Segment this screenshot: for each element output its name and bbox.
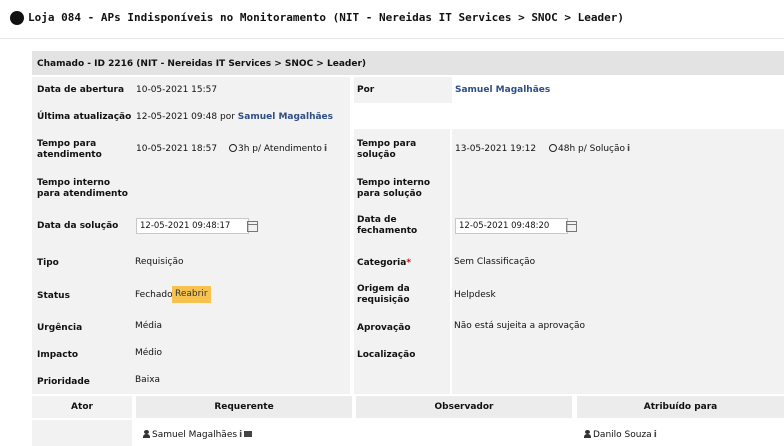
observer-header-label: Observador bbox=[434, 402, 494, 412]
status-value: Fechado bbox=[135, 290, 173, 300]
last-update-por: por bbox=[219, 112, 235, 122]
assigned-header: Atribuído para bbox=[577, 396, 784, 418]
info-icon[interactable]: i bbox=[324, 144, 327, 154]
last-update-date: 12-05-2021 09:48 bbox=[136, 112, 218, 122]
ticket-header-text: Chamado - ID 2216 (NIT - Nereidas IT Ser… bbox=[37, 59, 366, 69]
internal-tta-label: Tempo interno para atendimento bbox=[37, 178, 128, 199]
mail-icon[interactable] bbox=[244, 431, 253, 437]
tts-value: 13-05-2021 19:12 bbox=[455, 144, 537, 154]
type-label: Tipo bbox=[37, 258, 59, 268]
tta-sla: 3h p/ Atendimento i bbox=[229, 144, 327, 154]
close-date-field[interactable]: 12-05-2021 09:48:20 bbox=[455, 218, 568, 234]
last-update-value: 12-05-2021 09:48 por Samuel Magalhães bbox=[136, 112, 333, 122]
solve-date-field[interactable]: 12-05-2021 09:48:17 bbox=[136, 218, 249, 234]
status-label: Status bbox=[37, 291, 70, 301]
requester-user-name[interactable]: Samuel Magalhães bbox=[152, 430, 237, 440]
origin-label: Origem da requisição bbox=[357, 284, 410, 305]
tts-sla: 48h p/ Solução i bbox=[549, 144, 630, 154]
tta-value: 10-05-2021 18:57 bbox=[136, 144, 218, 154]
priority-label: Prioridade bbox=[37, 377, 90, 387]
last-update-label: Última atualização bbox=[37, 112, 132, 122]
properties-left-block bbox=[32, 249, 350, 394]
properties-right-label-block bbox=[354, 249, 450, 394]
impact-label: Impacto bbox=[37, 350, 79, 360]
page-titlebar: Loja 084 - APs Indisponíveis no Monitora… bbox=[0, 0, 784, 39]
requester-header-label: Requerente bbox=[214, 402, 274, 412]
internal-tts-label: Tempo interno para solução bbox=[357, 178, 431, 199]
opening-date-value: 10-05-2021 15:57 bbox=[136, 85, 218, 95]
observer-header: Observador bbox=[356, 396, 572, 418]
location-label: Localização bbox=[357, 350, 416, 360]
actor-header: Ator bbox=[32, 396, 132, 418]
info-icon[interactable]: i bbox=[627, 144, 630, 154]
last-update-user-link[interactable]: Samuel Magalhães bbox=[238, 112, 333, 122]
close-date-label: Data de fechamento bbox=[357, 215, 418, 236]
tta-sla-text: 3h p/ Atendimento bbox=[238, 144, 322, 154]
info-icon[interactable]: i bbox=[654, 430, 657, 440]
info-icon[interactable]: i bbox=[239, 430, 242, 440]
assigned-user-name[interactable]: Danilo Souza bbox=[593, 430, 652, 440]
tts-label: Tempo para solução bbox=[357, 139, 417, 160]
reopen-button[interactable]: Reabrir bbox=[172, 286, 211, 303]
origin-value[interactable]: Helpdesk bbox=[454, 290, 496, 300]
stopwatch-icon bbox=[229, 144, 237, 152]
status-dot-icon bbox=[10, 11, 24, 25]
approval-value: Não está sujeita a aprovação bbox=[454, 321, 586, 331]
category-label-text: Categoria bbox=[357, 258, 407, 268]
stopwatch-icon bbox=[549, 144, 557, 152]
calendar-icon[interactable] bbox=[247, 221, 258, 232]
solve-date-label: Data da solução bbox=[37, 221, 119, 231]
page-title: Loja 084 - APs Indisponíveis no Monitora… bbox=[28, 11, 625, 24]
actor-column-block bbox=[32, 420, 132, 446]
assigned-entry: Danilo Souza i bbox=[584, 430, 657, 440]
opening-date-label: Data de abertura bbox=[37, 85, 125, 95]
user-icon bbox=[143, 430, 150, 438]
impact-value[interactable]: Médio bbox=[135, 348, 162, 358]
required-marker: * bbox=[406, 258, 412, 268]
by-label: Por bbox=[357, 85, 375, 95]
priority-value[interactable]: Baixa bbox=[135, 375, 160, 385]
requester-entry: Samuel Magalhães i bbox=[143, 430, 253, 440]
calendar-icon[interactable] bbox=[566, 221, 577, 232]
ticket-panel: Chamado - ID 2216 (NIT - Nereidas IT Ser… bbox=[32, 51, 784, 446]
category-value[interactable]: Sem Classificação bbox=[454, 257, 535, 267]
urgency-label: Urgência bbox=[37, 323, 83, 333]
tta-label: Tempo para atendimento bbox=[37, 139, 102, 160]
type-value[interactable]: Requisição bbox=[135, 257, 183, 267]
by-user-link[interactable]: Samuel Magalhães bbox=[455, 85, 550, 95]
urgency-value[interactable]: Média bbox=[135, 321, 162, 331]
actor-header-label: Ator bbox=[71, 402, 93, 412]
user-icon bbox=[584, 430, 591, 438]
requester-header: Requerente bbox=[136, 396, 352, 418]
category-label: Categoria* bbox=[357, 258, 411, 269]
ticket-header: Chamado - ID 2216 (NIT - Nereidas IT Ser… bbox=[32, 51, 784, 75]
approval-label: Aprovação bbox=[357, 323, 411, 333]
assigned-header-label: Atribuído para bbox=[643, 402, 718, 412]
tts-sla-text: 48h p/ Solução bbox=[558, 144, 626, 154]
